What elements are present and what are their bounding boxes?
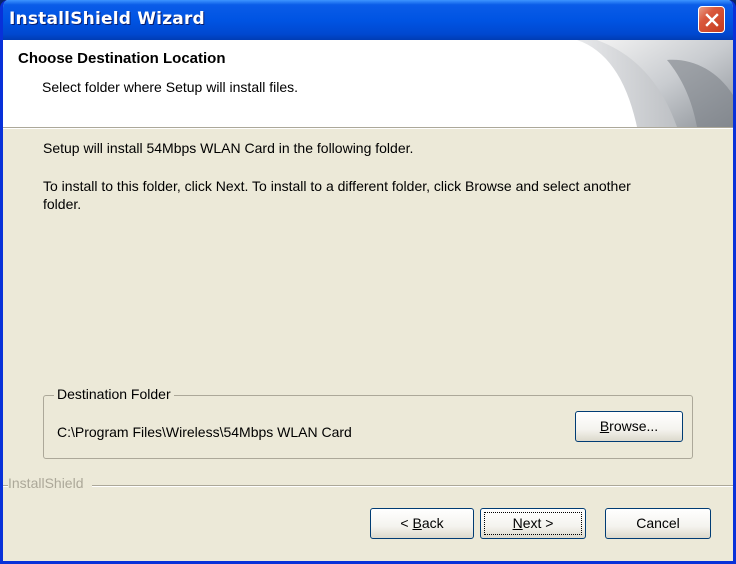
browse-accelerator: B: [599, 418, 610, 434]
window-title: InstallShield Wizard: [9, 9, 205, 29]
title-bar[interactable]: InstallShield Wizard: [3, 0, 733, 40]
page-title: Choose Destination Location: [18, 50, 226, 67]
focus-rect: [484, 512, 582, 535]
close-button[interactable]: [698, 6, 725, 33]
browse-button[interactable]: Browse...: [575, 411, 683, 442]
back-button[interactable]: < Back: [370, 508, 474, 539]
installshield-window: InstallShield Wizard Choose Destination …: [0, 0, 736, 564]
destination-folder-group: Destination Folder C:\Program Files\Wire…: [43, 386, 693, 459]
installshield-brand-label: InstallShield: [8, 475, 92, 491]
header-divider-highlight: [3, 128, 733, 129]
install-instructions-text: To install to this folder, click Next. T…: [43, 178, 631, 212]
wizard-banner-art-icon: [577, 40, 733, 127]
close-icon: [705, 13, 719, 27]
cancel-button[interactable]: Cancel: [605, 508, 711, 539]
back-prefix: <: [400, 515, 413, 531]
back-label: ack: [421, 515, 444, 531]
install-info-text: Setup will install 54Mbps WLAN Card in t…: [43, 140, 414, 156]
wizard-header: Choose Destination Location Select folde…: [3, 40, 733, 127]
page-subtitle: Select folder where Setup will install f…: [42, 79, 299, 95]
browse-label: rowse...: [609, 418, 659, 434]
back-accelerator: B: [412, 515, 422, 531]
destination-path: C:\Program Files\Wireless\54Mbps WLAN Ca…: [57, 424, 352, 440]
destination-folder-legend: Destination Folder: [54, 386, 174, 402]
footer-divider-highlight: [3, 486, 733, 487]
next-button[interactable]: Next >: [480, 508, 586, 539]
